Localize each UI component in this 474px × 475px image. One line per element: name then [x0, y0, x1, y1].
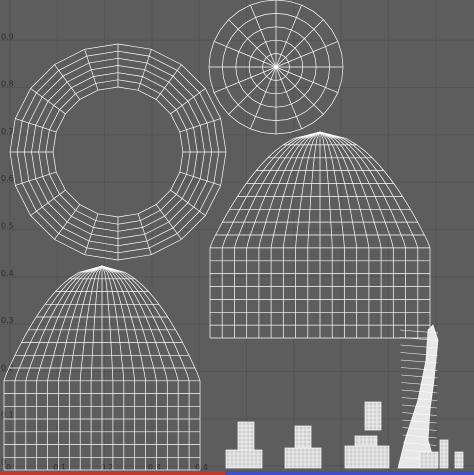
x-tick-label: 0.3 [148, 463, 161, 472]
uv-edge [275, 19, 324, 68]
y-tick-label: 0.9 [1, 32, 14, 41]
v-axis-bar [225, 471, 474, 475]
uv-edge [52, 86, 184, 218]
y-tick-label: 0.8 [1, 80, 14, 89]
uv-editor-viewport[interactable]: 0.9 0.8 0.7 0.6 0.5 0.4 0.3 0.2 0.1 0 0 0.1 0.2 0.3 0.… [0, 0, 474, 475]
uv-islands[interactable] [3, 0, 464, 471]
y-tick-label: 0.4 [1, 269, 14, 278]
bottom-axis [0, 471, 474, 475]
ring-island[interactable] [9, 43, 227, 261]
lower-dome-island[interactable] [3, 265, 201, 471]
uv-edge [228, 19, 277, 68]
uv-edge [38, 72, 198, 232]
fragment-shape [284, 447, 322, 469]
uv-edge [275, 66, 324, 115]
blade-island[interactable] [397, 324, 439, 469]
y-tick-label: 0.6 [1, 174, 14, 183]
x-tick-label: 0.1 [53, 463, 66, 472]
y-tick-label: 0.3 [1, 316, 14, 325]
fragment-shape [225, 449, 263, 469]
upper-dome-island[interactable] [209, 131, 431, 339]
uv-edge [45, 79, 191, 225]
fragment-shape [344, 445, 390, 469]
uv-canvas[interactable]: 0.90.80.70.60.50.40.30.20.100 0.1 0.2 0.3 0.… [0, 0, 474, 475]
x-tick-label: 0 [6, 463, 11, 472]
uv-grid [0, 0, 474, 475]
u-axis-bar [0, 471, 225, 475]
uv-edge [228, 66, 277, 115]
small-disc-island[interactable] [208, 0, 344, 135]
y-tick-label: 0.5 [1, 222, 14, 231]
y-tick-label: 0.7 [1, 127, 14, 136]
x-tick-label: 0.2 [101, 463, 114, 472]
y-tick-label: 0.1 [1, 411, 14, 420]
x-tick-label: 0.4 [195, 463, 208, 472]
